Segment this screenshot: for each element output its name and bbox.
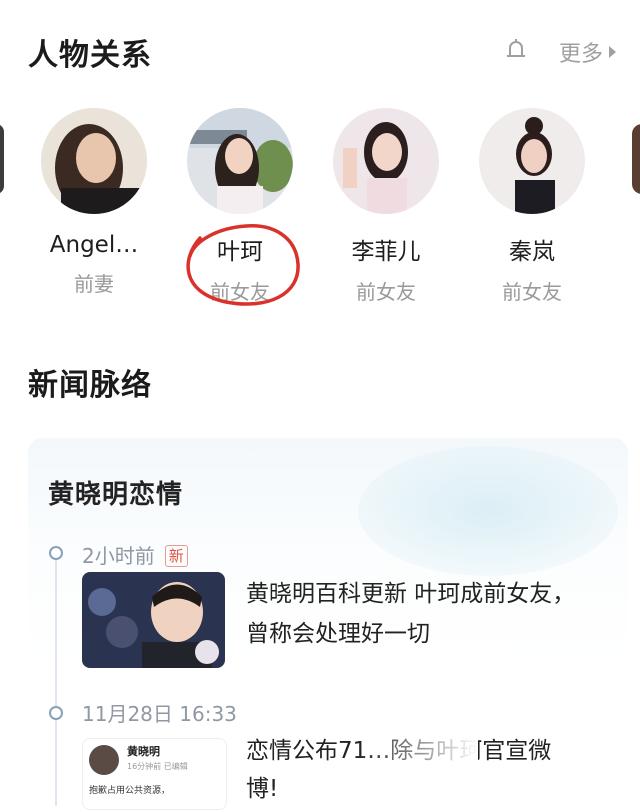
- person-relation: 前女友: [356, 280, 416, 304]
- news-thumbnail[interactable]: [82, 572, 225, 668]
- person-card[interactable]: 秦岚 前女友: [462, 108, 602, 305]
- relations-title: 人物关系: [28, 38, 152, 73]
- avatar: [89, 745, 119, 775]
- timeline-time: 2小时前新: [82, 540, 188, 569]
- person-relation: 前妻: [74, 272, 114, 296]
- news-thumbnail[interactable]: 黄晓明 16分钟前 已编辑 抱歉占用公共资源，: [82, 738, 227, 810]
- text-fade-overlay: [358, 732, 478, 812]
- more-label: 更多: [558, 42, 603, 67]
- bell-icon[interactable]: [503, 36, 529, 68]
- avatar: [187, 108, 293, 214]
- person-name: Angel…: [49, 232, 139, 258]
- avatar: [41, 108, 147, 214]
- person-name: 叶珂: [217, 239, 263, 265]
- timeline-time: 11月28日 16:33: [82, 702, 237, 726]
- chevron-right-icon: [609, 46, 616, 58]
- person-card[interactable]: 叶珂 前女友: [170, 108, 310, 305]
- news-topic-title[interactable]: 黄晓明恋情: [48, 474, 183, 511]
- time-label: 2小时前: [82, 544, 155, 568]
- person-name: 秦岚: [509, 239, 555, 265]
- avatar: [479, 108, 585, 214]
- post-text: 抱歉占用公共资源，: [89, 786, 171, 796]
- news-card: 黄晓明恋情 2小时前新 黄晓明百科更新 叶珂成前女友，曾称会处理好一切 11月2…: [28, 438, 628, 812]
- person-name: 李菲儿: [351, 239, 421, 265]
- relations-list: Angel… 前妻 叶珂 前女友 李菲儿 前女友 秦岚 前女友: [0, 108, 640, 308]
- more-button[interactable]: 更多: [559, 36, 616, 68]
- timeline-dot: [49, 706, 63, 720]
- timeline-line: [55, 556, 57, 806]
- person-relation: 前女友: [502, 280, 562, 304]
- post-author: 黄晓明: [127, 745, 160, 758]
- person-relation: 前女友: [210, 280, 270, 304]
- avatar: [333, 108, 439, 214]
- news-headline[interactable]: 黄晓明百科更新 叶珂成前女友，曾称会处理好一切: [246, 574, 576, 654]
- relations-actions: 更多: [503, 36, 616, 68]
- post-meta: 16分钟前 已编辑: [127, 762, 188, 771]
- timeline-dot: [49, 546, 63, 560]
- news-title: 新闻脉络: [28, 368, 152, 403]
- person-card[interactable]: Angel… 前妻: [24, 108, 164, 297]
- person-card[interactable]: 李菲儿 前女友: [316, 108, 456, 305]
- card-decoration: [358, 446, 618, 576]
- new-badge: 新: [164, 545, 188, 567]
